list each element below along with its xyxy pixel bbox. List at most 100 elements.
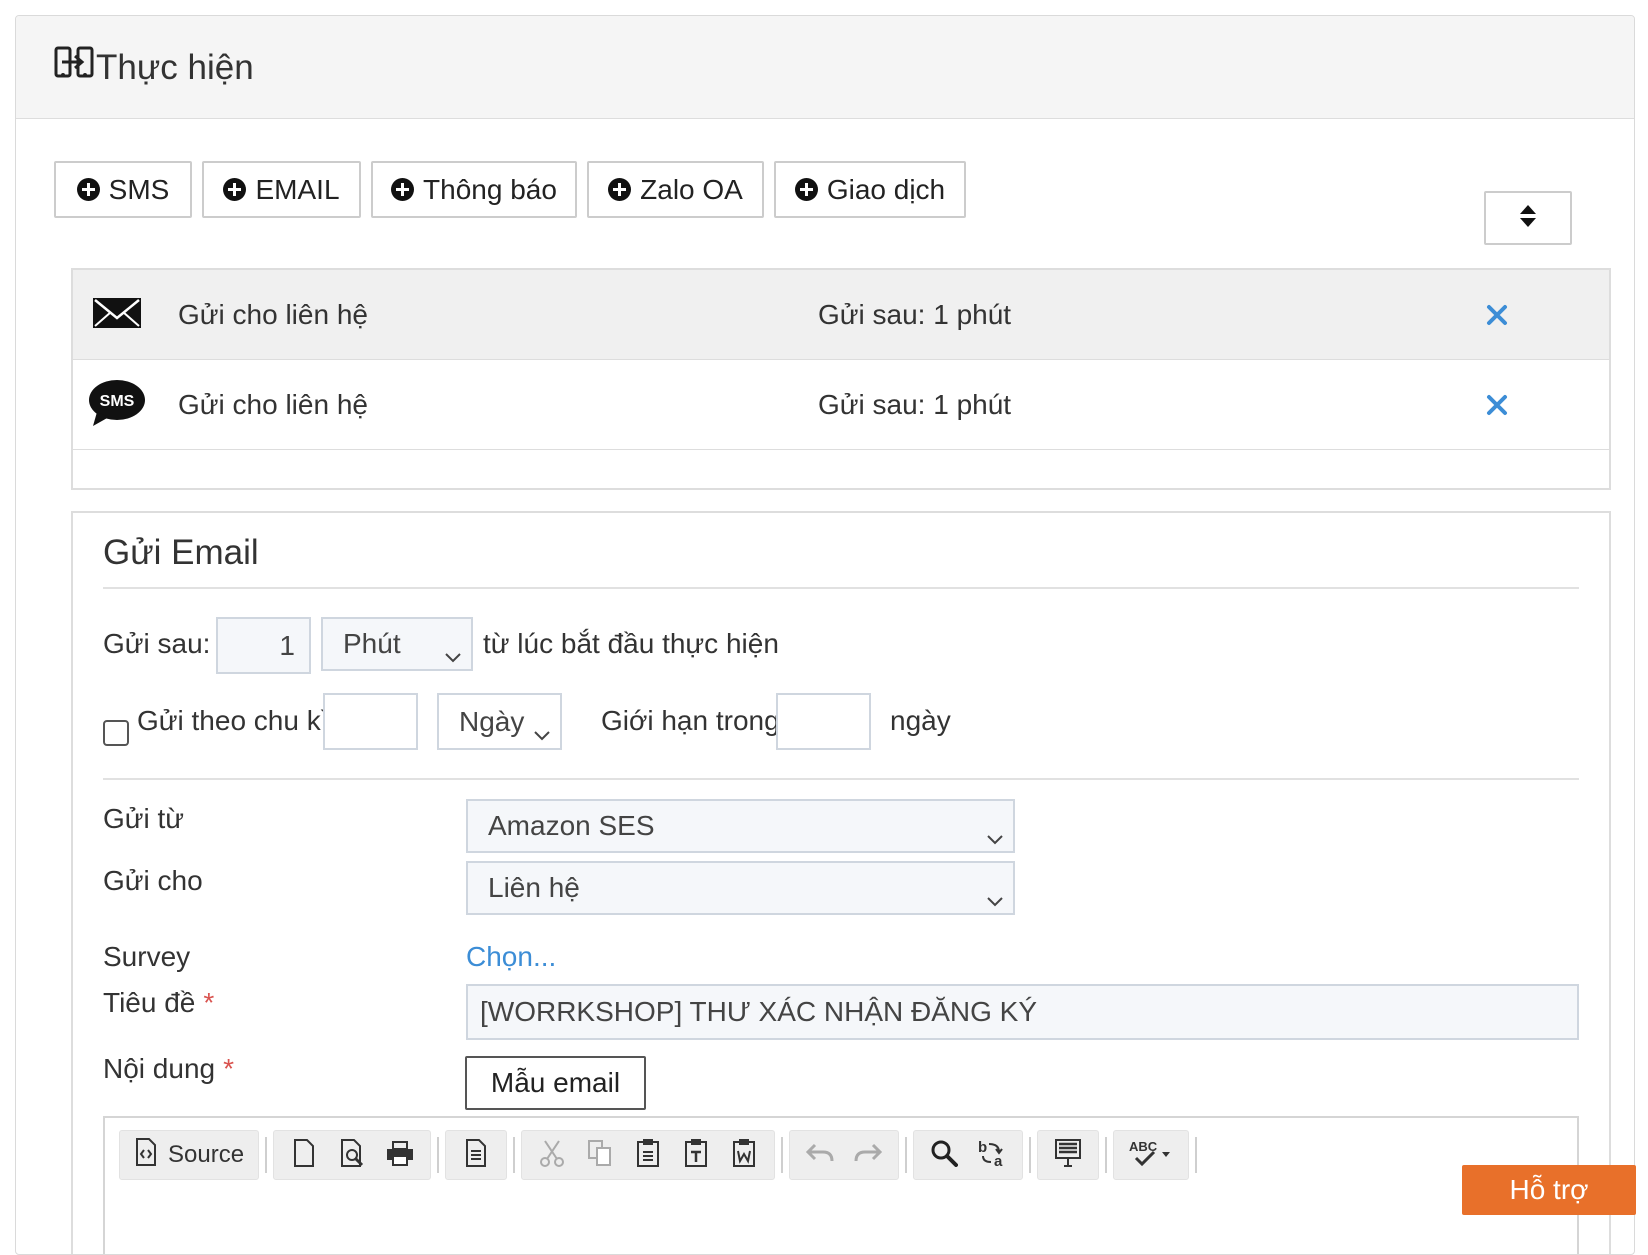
send-after-label: Gửi sau: [103,628,211,659]
toolbar-group-history [789,1130,900,1180]
divider [103,587,1579,589]
action-delay: Gửi sau: 1 phút [818,298,1012,330]
limit-suffix: ngày [890,705,951,736]
templates-button[interactable] [452,1133,500,1177]
add-transaction-button[interactable]: Giao dịch [774,161,966,218]
plus-circle-icon [223,178,247,201]
plus-circle-icon [794,178,818,201]
chevron-down-icon [534,716,550,748]
cut-button[interactable] [528,1133,576,1177]
subject-input[interactable] [466,984,1579,1040]
redo-button[interactable] [844,1133,892,1177]
sort-toggle-button[interactable] [1484,191,1572,245]
email-form: Gửi Email Gửi sau: Phút từ lúc bắt đầu t… [71,511,1611,1254]
add-zalo-button[interactable]: Zalo OA [587,161,764,218]
add-email-button[interactable]: EMAIL [202,161,361,218]
spellcheck-button[interactable]: ABC [1120,1133,1182,1177]
chevron-down-icon [987,820,1003,852]
chevron-down-icon [445,638,461,670]
svg-text:SMS: SMS [100,393,135,410]
toolbar-group-clipboard [521,1130,776,1180]
paste-button[interactable] [624,1133,672,1177]
send-to-label: Gửi cho [103,865,203,896]
toolbar-group-find: ba [913,1130,1024,1180]
toolbar-group-page [273,1130,432,1180]
add-transaction-label: Giao dịch [826,173,946,205]
redo-icon [853,1142,883,1169]
replace-button[interactable]: ba [968,1133,1016,1177]
limit-input[interactable] [776,693,871,750]
send-after-input[interactable] [216,617,311,674]
preview-button[interactable] [328,1133,376,1177]
send-after-suffix: từ lúc bắt đầu thực hiện [483,628,779,659]
source-label: Source [168,1141,245,1168]
preview-icon [339,1138,365,1172]
required-mark: * [203,987,215,1018]
support-button[interactable]: Hỗ trợ [1462,1165,1636,1215]
toolbar-separator [265,1137,268,1173]
source-button[interactable]: Source [126,1133,252,1177]
action-row[interactable]: Gửi cho liên hệ Gửi sau: 1 phút [73,270,1609,360]
limit-label: Giới hạn trong [601,705,780,736]
send-to-select[interactable]: Liên hệ [466,861,1015,915]
add-sms-label: SMS [108,173,170,205]
sort-icon [1519,204,1537,233]
add-zalo-label: Zalo OA [640,173,743,205]
periodic-input[interactable] [323,693,418,750]
periodic-unit-value: Ngày [459,705,525,737]
toolbar-group-select [1037,1130,1100,1180]
undo-icon [805,1142,835,1169]
periodic-label: Gửi theo chu kì [137,705,329,736]
periodic-checkbox[interactable] [103,720,129,746]
copy-button[interactable] [576,1133,624,1177]
action-row[interactable]: SMS Gửi cho liên hệ Gửi sau: 1 phút [73,360,1609,450]
panel-title-text: Thực hiện [96,47,254,87]
toolbar-separator [1195,1137,1198,1173]
add-notification-button[interactable]: Thông báo [371,161,577,218]
periodic-unit-select[interactable]: Ngày [437,693,562,750]
send-from-label: Gửi từ [103,803,185,834]
required-mark: * [223,1053,234,1084]
toolbar-group-spell: ABC [1113,1130,1190,1180]
find-button[interactable] [920,1133,968,1177]
remove-action-icon[interactable] [1486,304,1508,331]
source-icon [134,1137,158,1173]
svg-text:a: a [994,1153,1003,1168]
add-sms-button[interactable]: SMS [54,161,192,218]
toolbar-separator [437,1137,440,1173]
copy-icon [587,1139,613,1172]
content-label-text: Nội dung [103,1053,216,1084]
paste-word-button[interactable] [720,1133,768,1177]
cut-icon [539,1139,565,1172]
action-label: Gửi cho liên hệ [178,298,368,330]
action-list: Gửi cho liên hệ Gửi sau: 1 phút SMS Gửi … [71,268,1611,490]
add-email-label: EMAIL [255,173,340,205]
survey-choose-link[interactable]: Chọn... [466,941,556,973]
print-button[interactable] [376,1133,424,1177]
select-all-icon [1054,1138,1082,1173]
svg-text:b: b [978,1139,987,1156]
send-from-select[interactable]: Amazon SES [466,799,1015,853]
panel-header: Thực hiện [16,16,1634,119]
paste-text-button[interactable] [672,1133,720,1177]
send-after-unit-select[interactable]: Phút [321,617,473,671]
undo-button[interactable] [796,1133,844,1177]
panel-title: Thực hiện [54,45,254,90]
subject-label: Tiêu đề * [103,987,214,1019]
new-page-button[interactable] [280,1133,328,1177]
toolbar-group-document: Source [119,1130,260,1180]
paste-word-icon [731,1138,757,1173]
chevron-down-icon [987,882,1003,914]
spellcheck-icon: ABC [1128,1138,1174,1173]
remove-action-icon[interactable] [1486,394,1508,421]
action-label: Gửi cho liên hệ [178,388,368,420]
select-all-button[interactable] [1044,1133,1092,1177]
actions-panel: Thực hiện SMS EMAIL Thông báo Zalo OA Gi… [15,15,1635,1255]
email-template-button[interactable]: Mẫu email [465,1056,646,1110]
add-notification-label: Thông báo [423,173,557,205]
email-form-title: Gửi Email [103,533,259,572]
send-from-value: Amazon SES [488,810,655,841]
toolbar-group-templates [445,1130,508,1180]
toolbar-separator [1105,1137,1108,1173]
survey-label: Survey [103,941,191,972]
